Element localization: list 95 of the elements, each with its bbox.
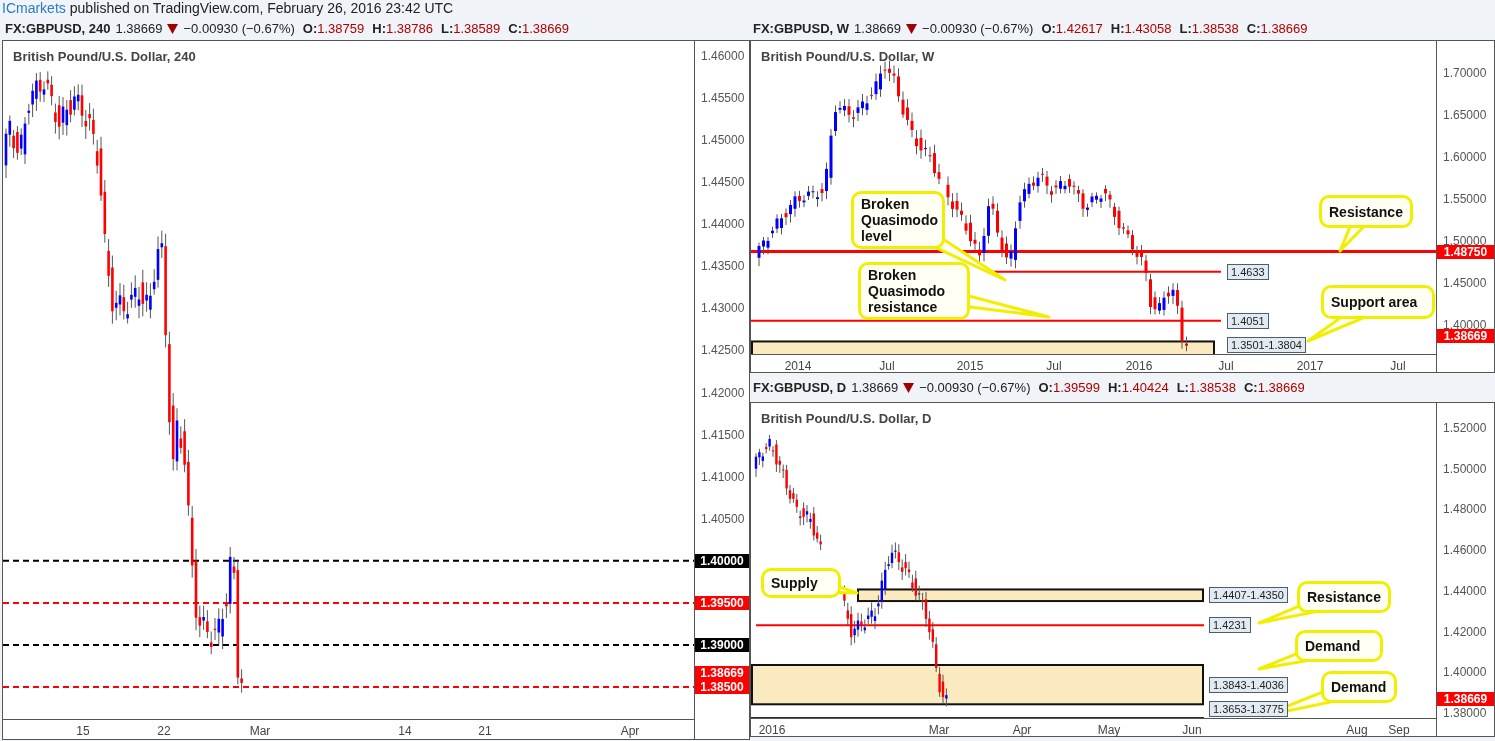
price-tick-label: 1.46000 [701,49,745,63]
ohlc-value: O:1.38759 [302,19,365,38]
callout-label: Broken Quasimodo resistance [858,262,970,320]
time-tick-label: Apr [620,723,640,740]
level-label: 1.4407-1.4350 [1209,587,1288,604]
time-tick-label: 2016 [758,722,786,739]
symbol-label: FX:GBPUSD, W [753,19,850,38]
level-label: 1.4633 [1227,263,1269,280]
time-tick-label: 22 [157,723,171,740]
level-label: 1.3501-1.3804 [1227,337,1306,353]
level-label: 1.3843-1.4036 [1209,676,1288,693]
last-price: 1.38669 [115,19,163,38]
ohlc-value: C:1.38669 [1246,19,1308,38]
time-tick-label: 2015 [956,358,984,375]
callout-label: Demand [1321,671,1397,703]
price-tick-label: 1.43500 [701,259,745,274]
price-change: −0.00930 (−0.67%) [922,19,1034,38]
price-tick-label: 1.55000 [1443,192,1487,206]
price-tick-label: 1.70000 [1443,66,1487,80]
price-tick-label: 1.65000 [1443,108,1487,122]
time-tick-label: Jul [879,358,895,375]
price-tick-label: 1.46000 [1443,543,1487,558]
level-label: 1.4051 [1227,312,1269,329]
time-tick-label: Sep [1388,722,1410,739]
time-tick-label: Jul [1218,358,1234,375]
price-tick-label: 1.42000 [1443,624,1487,639]
symbol-label: FX:GBPUSD, D [753,378,847,397]
price-label: 1.40000 [695,553,749,568]
last-price: 1.38669 [851,378,899,397]
time-tick-label: 2017 [1296,358,1324,375]
time-tick-label: Jul [1390,358,1406,375]
ohlc-value: L:1.38538 [1176,378,1236,397]
price-label: 1.48750 [1437,244,1494,259]
price-label: 1.38669 [1437,329,1494,344]
level-label: 1.4231 [1209,617,1251,634]
time-tick-label: Mar [928,722,950,739]
price-tick-label: 1.44000 [701,217,745,232]
time-tick-label: Mar [249,723,271,740]
time-tick-label: 21 [478,723,492,740]
chart-title: British Pound/U.S. Dollar, 240 [13,48,196,66]
ohlc-value: C:1.38669 [508,19,569,38]
price-label: 1.39000 [695,637,749,652]
price-tick-label: 1.40000 [1443,318,1487,332]
price-tick-label: 1.40000 [1443,665,1487,680]
ohlc-value: L:1.38538 [1179,19,1239,38]
price-tick-label: 1.41500 [701,427,745,442]
price-label: 1.38669 [695,665,749,680]
callout-label: Resistance [1319,195,1413,228]
callout-label: Support area [1321,285,1435,319]
author-link[interactable]: ICmarkets [2,0,66,19]
ohlc-value: H:1.40424 [1107,378,1169,397]
price-tick-label: 1.48000 [1443,502,1487,517]
price-tick-label: 1.44500 [701,175,745,190]
ohlc-value: C:1.38669 [1243,378,1305,397]
price-label: 1.38669 [1437,692,1494,707]
price-tick-label: 1.52000 [1443,421,1487,435]
price-tick-label: 1.50000 [1443,461,1487,476]
price-tick-label: 1.38000 [1443,706,1487,721]
price-tick-label: 1.42000 [701,385,745,400]
time-tick-label: 14 [398,723,412,740]
byline-text: published on TradingView.com, February 26, 2016 23:42 UTC [69,0,454,18]
ohlc-value: H:1.43058 [1110,19,1172,38]
price-label: 1.39500 [695,595,749,610]
price-tick-label: 1.44000 [1443,583,1487,598]
price-label: 1.38500 [695,680,749,695]
time-tick-label: 15 [76,723,90,740]
chart-title: British Pound/U.S. Dollar, D [761,410,932,428]
time-tick-label: 2014 [784,358,812,375]
price-tick-label: 1.41000 [701,469,745,484]
last-price: 1.38669 [854,19,902,38]
time-tick-label: Aug [1346,722,1368,739]
price-change: −0.00930 (−0.67%) [183,19,295,38]
ohlc-value: O:1.39599 [1038,378,1100,397]
level-label: 1.3653-1.3775 [1209,701,1288,717]
time-tick-label: Apr [1012,722,1032,739]
time-tick-label: 2016 [1125,358,1153,375]
time-tick-label: Jun [1182,722,1202,739]
price-tick-label: 1.45500 [701,91,745,106]
price-tick-label: 1.60000 [1443,150,1487,164]
ohlc-value: O:1.42617 [1041,19,1103,38]
chart-title: British Pound/U.S. Dollar, W [761,48,935,66]
ohlc-value: H:1.38786 [372,19,433,38]
time-tick-label: May [1097,722,1121,739]
price-tick-label: 1.42500 [701,343,745,358]
symbol-label: FX:GBPUSD, 240 [5,19,111,38]
callout-label: Resistance [1297,581,1391,613]
callout-label: Broken Quasimodo level [851,191,945,249]
time-tick-label: Jul [1046,358,1062,375]
price-change: −0.00930 (−0.67%) [919,378,1031,397]
ohlc-value: L:1.38589 [440,19,501,38]
price-tick-label: 1.45000 [1443,276,1487,290]
price-tick-label: 1.40500 [701,511,745,526]
price-tick-label: 1.43000 [701,301,745,316]
callout-label: Demand [1295,630,1383,662]
price-tick-label: 1.45000 [701,133,745,148]
